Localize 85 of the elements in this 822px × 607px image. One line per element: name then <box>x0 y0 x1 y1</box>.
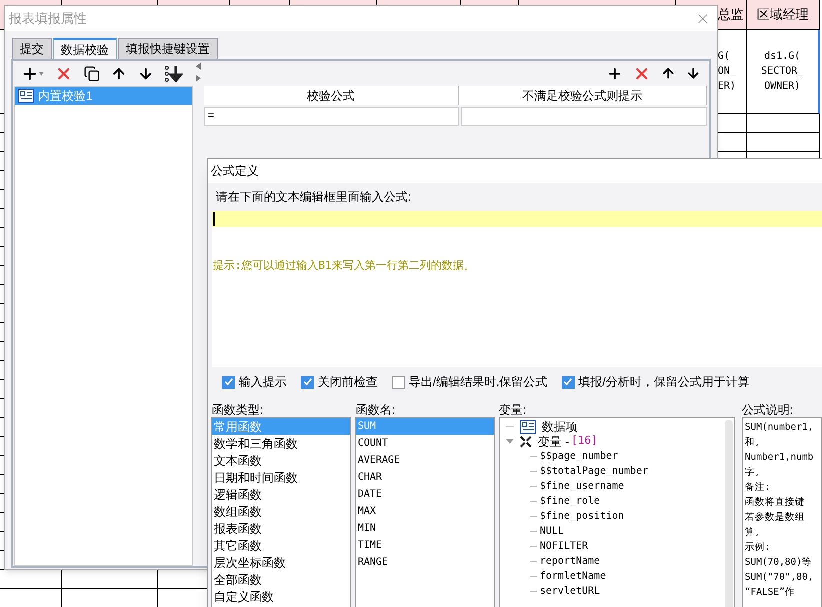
tree-node[interactable]: 变量 - [16] <box>500 434 725 449</box>
tab[interactable]: 提交 <box>12 38 52 59</box>
form-icon <box>520 420 536 434</box>
checkbox[interactable] <box>562 376 575 388</box>
checkbox-label: 填报/分析时，保留公式用于计算 <box>578 374 750 391</box>
tree-item[interactable]: $fine_username <box>540 479 624 494</box>
description-line: Number1,numb <box>745 451 815 465</box>
text-cursor <box>213 212 215 226</box>
tree-label: 数据项 <box>542 418 578 436</box>
add-icon[interactable] <box>607 66 623 82</box>
tree-node[interactable]: 数据项 <box>500 419 725 434</box>
tree-item[interactable]: formletName <box>540 569 606 584</box>
description-line: 示例: <box>745 541 772 555</box>
description-line: SUM("70",80, <box>745 571 815 585</box>
tree-item[interactable]: $fine_position <box>540 509 624 524</box>
list-label: 变量: <box>499 402 528 417</box>
list-label: 函数类型: <box>211 402 264 417</box>
list-item[interactable]: 全部函数 <box>212 571 350 588</box>
list-item[interactable]: 数学和三角函数 <box>212 435 350 452</box>
move-up-icon[interactable] <box>111 66 127 82</box>
list-item[interactable]: TIME <box>356 537 494 554</box>
expanded-caret-icon[interactable] <box>506 438 514 444</box>
list-item[interactable]: 数组函数 <box>212 503 350 520</box>
checkbox[interactable] <box>392 376 405 388</box>
description-line: 算。 <box>745 526 766 540</box>
splitter-arrows-icon[interactable] <box>196 63 200 83</box>
move-down-icon[interactable] <box>138 66 154 82</box>
move-up-icon[interactable] <box>661 66 676 81</box>
list-item[interactable]: 日期和时间函数 <box>212 469 350 486</box>
description-line: 字。 <box>745 466 766 480</box>
list-item[interactable]: 其它函数 <box>212 537 350 554</box>
hint-text: 提示:您可以通过输入B1来写入第一行第二列的数据。 <box>212 258 476 274</box>
list-label: 公式说明: <box>742 402 794 417</box>
description-line: 备注: <box>745 481 772 495</box>
variable-icon <box>520 436 532 448</box>
form-icon <box>18 89 34 103</box>
move-to-bottom-icon[interactable] <box>165 66 183 82</box>
list-item[interactable]: RANGE <box>356 554 494 571</box>
tree-label: 变量 - <box>538 434 570 450</box>
description-line: 若参数是数组 <box>745 511 806 525</box>
tree-item[interactable]: $$totalPage_number <box>540 464 648 479</box>
caret-icon[interactable] <box>39 72 44 76</box>
list-item[interactable]: 报表函数 <box>212 520 350 537</box>
table-cell[interactable]: = <box>204 107 459 126</box>
description-line: SUM(70,80)等 <box>745 556 814 570</box>
tree-item[interactable]: servletURL <box>540 584 600 599</box>
scrollbar[interactable] <box>725 420 733 607</box>
tab[interactable]: 填报快捷键设置 <box>118 38 218 59</box>
list-item[interactable]: MAX <box>356 503 494 520</box>
tree-item[interactable]: $$page_number <box>540 449 618 464</box>
checkbox[interactable] <box>222 376 235 388</box>
column-header: 校验公式 <box>204 86 459 105</box>
description-line: 和。 <box>745 436 766 450</box>
move-down-icon[interactable] <box>686 66 701 81</box>
table-cell[interactable] <box>461 107 707 126</box>
copy-icon[interactable] <box>84 66 100 82</box>
window-title: 公式定义 <box>211 163 259 180</box>
description-line: SUM(number1, <box>745 421 815 435</box>
list-label: 函数名: <box>355 402 396 417</box>
checkbox-label: 导出/编辑结果时,保留公式 <box>409 374 548 391</box>
list-item[interactable]: 自定义函数 <box>212 588 350 605</box>
tree-item[interactable]: NOFILTER <box>540 539 588 554</box>
list-item[interactable]: 文本函数 <box>212 452 350 469</box>
tab[interactable]: 数据校验 <box>53 38 117 59</box>
tree-item[interactable]: reportName <box>540 554 600 569</box>
list-item[interactable]: CHAR <box>356 469 494 486</box>
tree-item[interactable]: NULL <box>540 524 564 539</box>
list-item[interactable]: 层次坐标函数 <box>212 554 350 571</box>
list-item[interactable]: COUNT <box>356 435 494 452</box>
list-item[interactable]: 逻辑函数 <box>212 486 350 503</box>
tree-item[interactable]: $fine_role <box>540 494 600 509</box>
prompt-label: 请在下面的文本编辑框里面输入公式: <box>216 189 412 206</box>
list-item[interactable]: DATE <box>356 486 494 503</box>
list-item[interactable]: AVERAGE <box>356 452 494 469</box>
checkbox-label: 关闭前检查 <box>318 374 378 391</box>
column-header: 不满足校验公式则提示 <box>459 86 707 105</box>
description-line: “FALSE”作 <box>745 586 796 600</box>
sheet-cell[interactable]: ds1.G( SECTOR_ OWNER) <box>747 30 820 114</box>
description-line: 函数将直接键 <box>745 496 806 510</box>
checkbox[interactable] <box>301 376 314 388</box>
checkbox-label: 输入提示 <box>239 374 287 391</box>
variable-count: [16] <box>571 433 598 450</box>
column-header: 区域经理 <box>747 0 820 30</box>
list-item[interactable]: MIN <box>356 520 494 537</box>
window-title: 报表填报属性 <box>9 10 87 28</box>
